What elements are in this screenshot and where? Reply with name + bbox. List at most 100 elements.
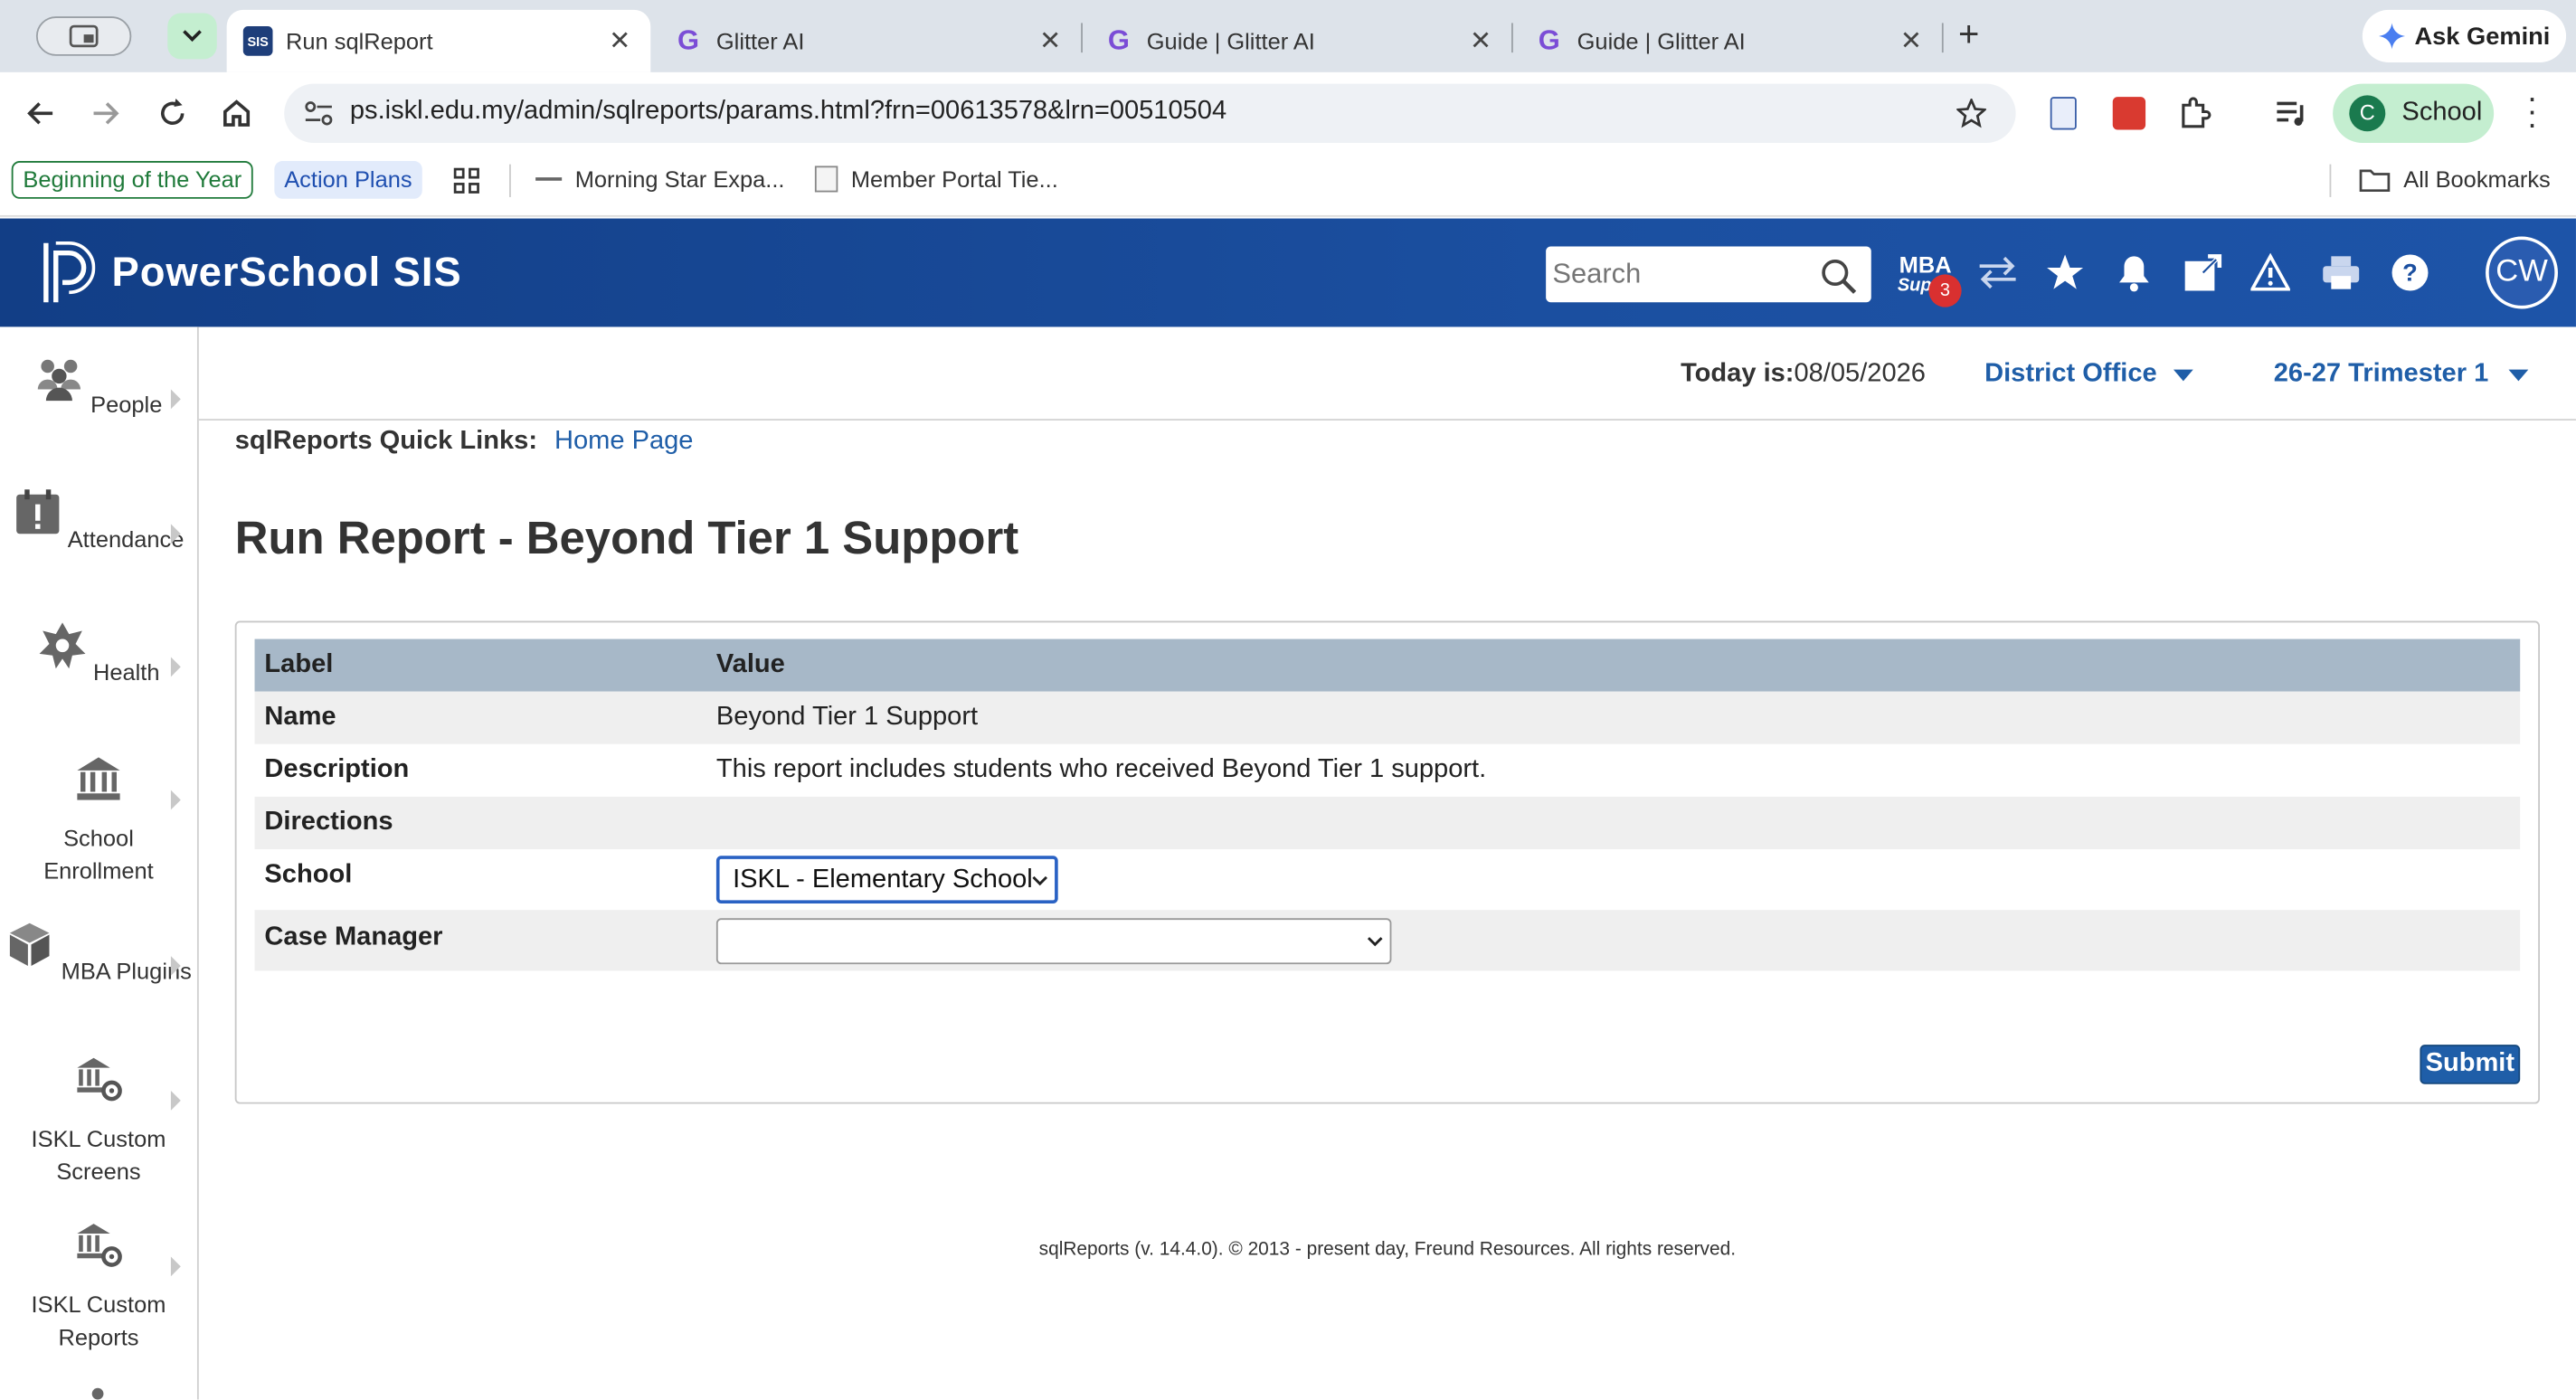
row-label: Name xyxy=(264,703,336,732)
print-icon[interactable] xyxy=(2321,255,2361,291)
user-avatar[interactable]: CW xyxy=(2486,236,2558,309)
all-bookmarks-button[interactable]: All Bookmarks xyxy=(2359,166,2551,193)
extension-1-icon[interactable] xyxy=(2050,97,2077,130)
folder-icon xyxy=(2359,168,2391,192)
bookmark-beginning-of-year[interactable]: Beginning of the Year xyxy=(11,160,253,199)
search-input[interactable] xyxy=(1552,256,1816,293)
home-page-link[interactable]: Home Page xyxy=(554,427,693,455)
bookmark-label: Action Plans xyxy=(284,166,412,193)
school-gear-icon xyxy=(77,1057,122,1102)
sidebar-item-iskl-custom-reports[interactable]: ISKL Custom Reports xyxy=(0,1221,197,1354)
tab-divider xyxy=(1511,23,1513,53)
bookmark-star-icon[interactable] xyxy=(1956,98,1986,128)
favorites-star-icon[interactable] xyxy=(2045,253,2085,293)
tab-guide-glitter-2[interactable]: G Guide | Glitter AI ✕ xyxy=(1518,10,1942,72)
more-menu-icon[interactable]: · · · xyxy=(2526,82,2537,141)
tab-search-button[interactable] xyxy=(35,16,132,56)
row-label: Case Manager xyxy=(264,922,443,951)
bookmark-separator xyxy=(509,164,511,197)
row-value: This report includes students who receiv… xyxy=(715,755,1487,784)
row-label: School xyxy=(264,860,353,889)
bookmark-member-portal[interactable]: Member Portal Tie... xyxy=(814,166,1058,193)
svg-text:?: ? xyxy=(2402,259,2418,287)
tab-guide-glitter-1[interactable]: G Guide | Glitter AI ✕ xyxy=(1087,10,1511,72)
tab-group-icon xyxy=(69,24,99,48)
bookmark-morning-star[interactable]: Morning Star Expa... xyxy=(535,166,785,193)
powerschool-logo-icon[interactable] xyxy=(40,240,96,306)
people-icon xyxy=(38,359,81,402)
chevron-down-icon xyxy=(183,30,202,43)
glitter-favicon-icon: G xyxy=(677,24,700,56)
school-icon xyxy=(77,757,120,800)
column-header-value: Value xyxy=(715,650,785,679)
ask-gemini-button[interactable]: Ask Gemini xyxy=(2362,9,2567,63)
table-row-case-manager: Case Manager xyxy=(254,910,2521,971)
close-icon[interactable]: ✕ xyxy=(1470,24,1492,57)
close-icon[interactable]: ✕ xyxy=(609,24,630,57)
switch-arrows-icon[interactable] xyxy=(1976,255,2019,291)
extension-2-icon[interactable] xyxy=(2112,97,2146,130)
term-selector[interactable]: 26-27 Trimester 1 xyxy=(2274,360,2528,390)
school-selector[interactable]: District Office xyxy=(1984,360,2193,390)
tab-list-button[interactable] xyxy=(167,13,217,60)
chevron-right-icon xyxy=(170,1091,181,1111)
external-link-icon[interactable] xyxy=(2183,253,2223,293)
bookmark-action-plans[interactable]: Action Plans xyxy=(274,160,422,199)
warning-icon[interactable] xyxy=(2250,252,2290,293)
tab-label: Glitter AI xyxy=(715,27,805,54)
help-icon[interactable]: ? xyxy=(2391,253,2430,293)
back-icon[interactable] xyxy=(26,99,56,128)
tab-divider xyxy=(1941,23,1944,53)
quick-links: sqlReports Quick Links: Home Page xyxy=(235,427,694,457)
search-icon[interactable] xyxy=(1819,256,1859,296)
forward-icon[interactable] xyxy=(90,99,120,128)
term-selector-label: 26-27 Trimester 1 xyxy=(2273,359,2489,388)
submit-button[interactable]: Submit xyxy=(2420,1045,2521,1084)
tab-label: Guide | Glitter AI xyxy=(1146,27,1315,54)
sidebar-item-people[interactable]: People xyxy=(0,354,197,421)
tab-label: Run sqlReport xyxy=(286,27,433,54)
bell-icon[interactable] xyxy=(2116,253,2152,293)
chevron-right-icon xyxy=(170,956,181,976)
chevron-right-icon xyxy=(170,657,181,677)
sidebar-item-iskl-custom-screens[interactable]: ISKL Custom Screens xyxy=(0,1055,197,1187)
sidebar-item-attendance[interactable]: Attendance xyxy=(0,487,197,554)
ask-gemini-label: Ask Gemini xyxy=(2414,22,2551,51)
tab-label: Guide | Glitter AI xyxy=(1577,27,1746,54)
site-info-icon[interactable] xyxy=(304,100,334,127)
sidebar-more-indicator xyxy=(91,1387,104,1400)
brand-title[interactable]: PowerSchool SIS xyxy=(112,250,462,298)
close-icon[interactable]: ✕ xyxy=(1900,24,1922,57)
school-select[interactable]: ISKL - Elementary School xyxy=(715,856,1058,903)
extensions-puzzle-icon[interactable] xyxy=(2178,95,2211,131)
address-bar[interactable]: ps.iskl.edu.my/admin/sqlreports/params.h… xyxy=(284,83,2016,144)
profile-button[interactable]: C School xyxy=(2333,83,2495,144)
caret-down-icon xyxy=(2508,368,2528,381)
tab-glitter-ai[interactable]: G Glitter AI ✕ xyxy=(658,10,1082,72)
sidebar-item-label: ISKL Custom Screens xyxy=(31,1125,166,1185)
sidebar-item-school-enrollment[interactable]: School Enrollment xyxy=(0,754,197,887)
profile-label: School xyxy=(2401,98,2483,127)
table-header-row: Label Value xyxy=(254,639,2521,692)
column-header-label: Label xyxy=(264,650,334,679)
tab-run-sqlreport[interactable]: SIS Run sqlReport ✕ xyxy=(226,9,651,72)
apps-grid-icon[interactable] xyxy=(453,167,479,194)
tab-divider xyxy=(1081,23,1083,53)
close-icon[interactable]: ✕ xyxy=(1039,24,1061,57)
url-text[interactable]: ps.iskl.edu.my/admin/sqlreports/params.h… xyxy=(350,97,1226,127)
bookmark-label: Member Portal Tie... xyxy=(850,166,1058,193)
new-tab-button[interactable]: + xyxy=(1958,14,1979,56)
caret-down-icon xyxy=(2173,368,2193,381)
bookmark-label: Beginning of the Year xyxy=(23,166,242,193)
media-controls-icon[interactable] xyxy=(2276,99,2308,128)
attendance-icon xyxy=(16,489,60,534)
mba-support-button[interactable]: MBA Supp 3 xyxy=(1896,251,1962,307)
home-icon[interactable] xyxy=(220,97,252,129)
sidebar-item-label: Attendance xyxy=(67,525,185,553)
case-manager-select[interactable] xyxy=(715,918,1392,965)
header-search[interactable] xyxy=(1546,246,1871,303)
reload-icon[interactable] xyxy=(156,97,189,129)
sidebar-item-health[interactable]: Health xyxy=(0,621,197,688)
notification-badge: 3 xyxy=(1928,274,1962,307)
sidebar-item-mba-plugins[interactable]: MBA Plugins xyxy=(0,920,197,987)
